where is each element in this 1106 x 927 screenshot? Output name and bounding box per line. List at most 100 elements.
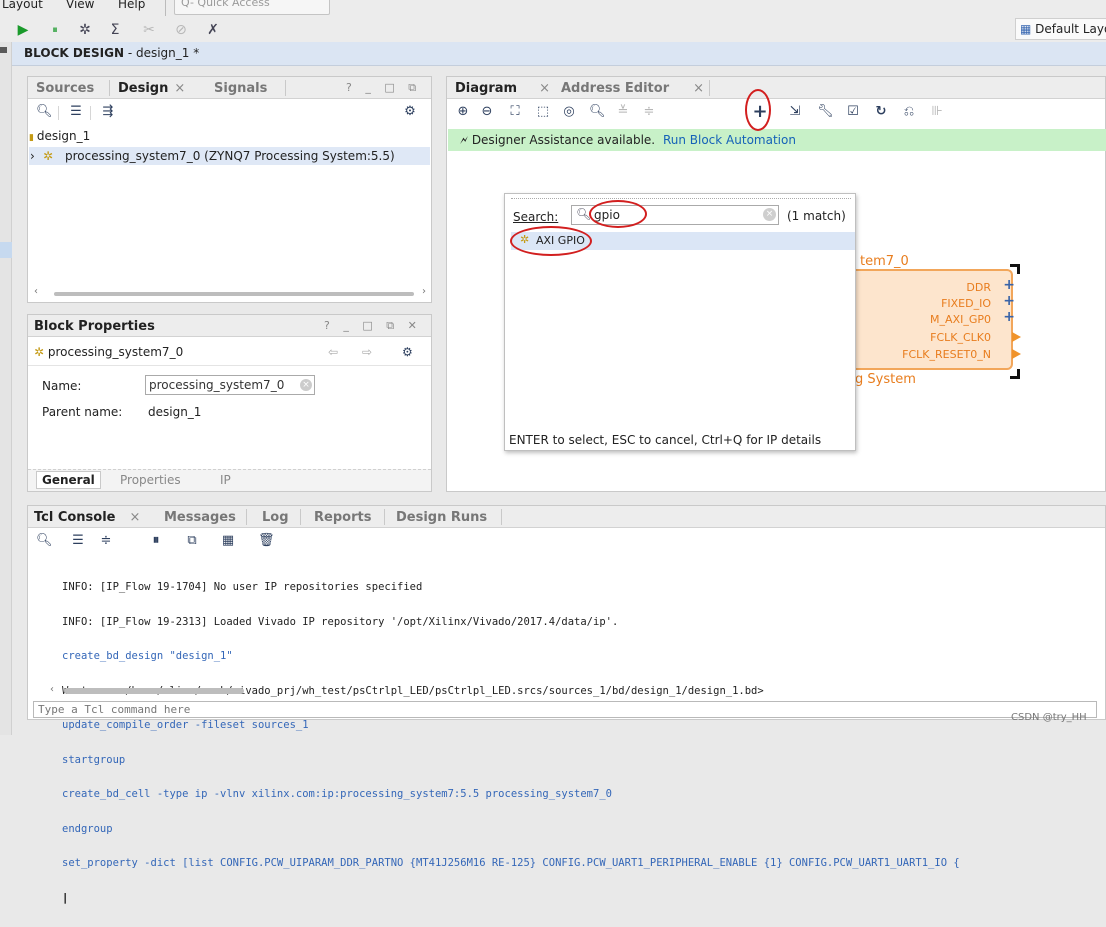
zoom-out-icon[interactable]: ⊖ xyxy=(479,104,495,120)
expand-chevron-icon[interactable]: › xyxy=(30,149,35,163)
gear-icon[interactable]: ⚙ xyxy=(402,104,418,120)
tab-reports[interactable]: Reports xyxy=(314,510,371,525)
search-icon[interactable]: 🔍︎ xyxy=(36,533,53,549)
menu-layout[interactable]: Layout xyxy=(2,0,43,11)
tab-sources[interactable]: Sources xyxy=(36,81,94,96)
port-fclk-clk0[interactable]: FCLK_CLK0 xyxy=(930,331,991,344)
tool-icon[interactable]: ✗ xyxy=(204,21,222,39)
slash-icon[interactable]: ⊘ xyxy=(172,21,190,39)
menu-view[interactable]: View xyxy=(66,0,94,11)
expand-icon[interactable]: ≑ xyxy=(641,104,657,120)
clear-icon[interactable]: × xyxy=(300,379,312,391)
diagram-tabbar: Diagram × Address Editor × xyxy=(447,77,1105,99)
flow-navigator-selection[interactable] xyxy=(0,242,12,258)
log-line: set_property -dict [list CONFIG.PCW_UIPA… xyxy=(62,857,960,869)
port-m-axi-gp0[interactable]: M_AXI_GP0 xyxy=(930,313,991,326)
close-icon[interactable]: × xyxy=(174,81,185,96)
forward-arrow-icon[interactable]: ⇨ xyxy=(362,345,372,359)
scroll-left-icon[interactable]: ‹ xyxy=(34,286,38,297)
copy-icon[interactable]: ⧉ xyxy=(184,533,200,549)
tab-separator xyxy=(246,509,247,525)
debug-icon[interactable]: ⏸ xyxy=(46,21,64,39)
quick-access-input[interactable]: Q- Quick Access xyxy=(174,0,330,15)
tab-log[interactable]: Log xyxy=(262,510,289,525)
popup-drag-handle[interactable] xyxy=(511,198,851,200)
name-field-value: processing_system7_0 xyxy=(149,378,285,392)
tab-messages[interactable]: Messages xyxy=(164,510,236,525)
close-icon[interactable]: × xyxy=(130,510,141,525)
search-icon[interactable]: 🔍︎ xyxy=(589,104,606,120)
collapse-marker[interactable] xyxy=(0,47,7,53)
scroll-left-icon[interactable]: ‹ xyxy=(50,684,54,695)
tcl-tabbar: Tcl Console × Messages Log Reports Design… xyxy=(28,506,1105,528)
close-icon[interactable]: × xyxy=(693,81,704,96)
selected-block-label: processing_system7_0 xyxy=(47,345,184,359)
default-layout-button[interactable]: ▦ Default Layout xyxy=(1015,18,1106,40)
back-arrow-icon[interactable]: ⇦ xyxy=(328,345,338,359)
sources-panel: Sources Design × Signals ? _ □ ⧉ 🔍︎ ☰ ⇶ ⚙… xyxy=(27,76,432,303)
table-icon[interactable]: ▦ xyxy=(220,533,236,549)
cut-icon[interactable]: ✂ xyxy=(140,21,158,39)
tcl-command-input[interactable]: Type a Tcl command here xyxy=(33,701,1097,718)
log-line: update_compile_order -fileset sources_1 xyxy=(62,719,309,731)
collapse-all-icon[interactable]: ☰ xyxy=(70,533,86,549)
scrollbar-thumb[interactable] xyxy=(54,292,414,296)
gear-icon[interactable]: ⚙ xyxy=(402,345,413,359)
assist-text: Designer Assistance available. xyxy=(471,133,656,147)
tab-diagram[interactable]: Diagram × xyxy=(455,81,550,96)
designer-assistance-bar: 🗲︎ Designer Assistance available. Run Bl… xyxy=(448,129,1106,151)
clear-icon[interactable]: × xyxy=(763,208,776,221)
processing-system-block[interactable]: DDR + FIXED_IO + M_AXI_GP0 + FCLK_CLK0 F… xyxy=(855,269,1021,370)
tree-row-design[interactable]: ▮ design_1 xyxy=(29,129,90,143)
zoom-area-icon[interactable]: ⬚ xyxy=(535,104,551,120)
pin-icon[interactable]: ⊪ xyxy=(929,104,945,120)
expand-all-icon[interactable]: ≑ xyxy=(98,533,114,549)
select-area-icon[interactable]: ◎ xyxy=(561,104,577,120)
tab-signals[interactable]: Signals xyxy=(214,81,267,96)
tab-tcl-console[interactable]: Tcl Console × xyxy=(34,510,140,525)
run-icon[interactable]: ▶ xyxy=(14,21,32,39)
expand-port-icon[interactable]: + xyxy=(1003,277,1015,293)
expand-port-icon[interactable]: + xyxy=(1003,293,1015,309)
zoom-in-icon[interactable]: ⊕ xyxy=(455,104,471,120)
tab-properties[interactable]: Properties xyxy=(120,473,181,487)
panel-window-controls[interactable]: ? _ □ ⧉ xyxy=(346,81,421,95)
sigma-icon[interactable]: Σ xyxy=(106,21,124,39)
horizontal-scrollbar[interactable]: ‹ › xyxy=(34,286,426,299)
wrench-icon[interactable]: 🔧︎ xyxy=(817,104,834,120)
tcl-scrollbar-thumb[interactable] xyxy=(64,688,244,694)
settings-icon[interactable]: ✲ xyxy=(76,21,94,39)
collapse-icon[interactable]: ≚ xyxy=(615,104,631,120)
name-field[interactable]: processing_system7_0 × xyxy=(145,375,315,395)
refresh-icon[interactable]: ↻ xyxy=(873,104,889,120)
make-external-icon[interactable]: ⇲ xyxy=(787,104,803,120)
tab-general[interactable]: General xyxy=(36,471,101,489)
text-cursor: | xyxy=(62,891,69,904)
regenerate-icon[interactable]: ⎌ xyxy=(901,104,917,120)
block-properties-panel: Block Properties ? _ □ ⧉ ✕ ✲ processing_… xyxy=(27,314,432,492)
validate-icon[interactable]: ☑ xyxy=(845,104,861,120)
expand-port-icon[interactable]: + xyxy=(1003,309,1015,325)
port-ddr[interactable]: DDR xyxy=(966,281,991,294)
port-arrow-icon xyxy=(1012,332,1021,342)
tab-design-runs[interactable]: Design Runs xyxy=(396,510,487,525)
tab-address-editor[interactable]: Address Editor × xyxy=(561,81,704,96)
search-icon[interactable]: 🔍︎ xyxy=(36,104,53,120)
tree-row-processing-system[interactable]: › ✲ processing_system7_0 (ZYNQ7 Processi… xyxy=(29,147,430,165)
scroll-right-icon[interactable]: › xyxy=(422,286,426,297)
clear-console-icon[interactable]: 🗑︎ xyxy=(258,533,275,549)
close-icon[interactable]: × xyxy=(539,81,550,96)
menu-help[interactable]: Help xyxy=(118,0,145,11)
tab-design[interactable]: Design × xyxy=(118,81,185,96)
port-fixed-io[interactable]: FIXED_IO xyxy=(941,297,991,310)
panel-window-controls[interactable]: ? _ □ ⧉ ✕ xyxy=(324,319,422,333)
hierarchy-icon[interactable]: ⇶ xyxy=(100,104,116,120)
layout-icon: ▦ xyxy=(1020,22,1036,36)
tab-ip[interactable]: IP xyxy=(220,473,231,487)
collapse-all-icon[interactable]: ☰ xyxy=(68,104,84,120)
main-toolbar: ▶ ⏸ ✲ Σ ✂ ⊘ ✗ ▦ Default Layout xyxy=(0,18,1106,42)
run-block-automation-link[interactable]: Run Block Automation xyxy=(663,133,796,147)
port-fclk-reset0-n[interactable]: FCLK_RESET0_N xyxy=(902,348,991,361)
zoom-fit-icon[interactable]: ⛶ xyxy=(507,104,523,120)
pause-icon[interactable]: ⏸ xyxy=(148,533,164,549)
